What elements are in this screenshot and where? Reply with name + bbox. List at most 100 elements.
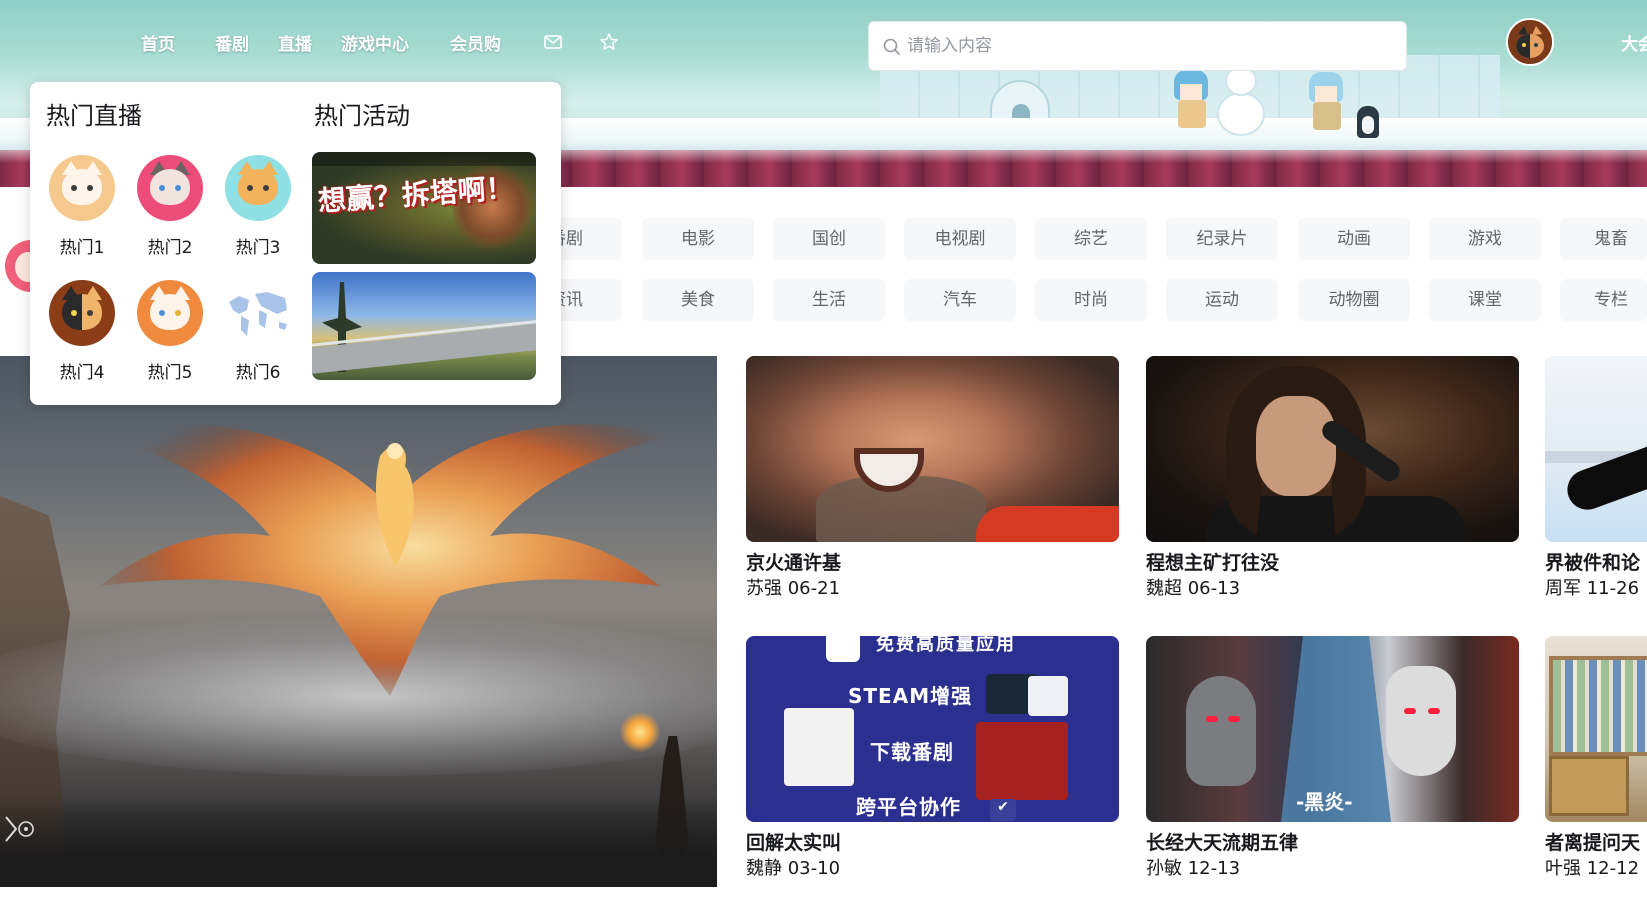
video-author[interactable]: 苏强 — [746, 578, 782, 599]
category-chip[interactable]: 游戏 — [1429, 218, 1541, 260]
thumbnail-tile — [1028, 676, 1068, 716]
hero-artwork[interactable] — [0, 356, 717, 887]
video-card[interactable]: 免费高质量应用 STEAM增强 下载番剧 跨平台协作 ✔ 回解太实叫 魏静 03… — [746, 636, 1119, 882]
activity-banner[interactable] — [312, 272, 536, 380]
search-box — [868, 21, 1407, 71]
category-chip[interactable]: 时尚 — [1035, 279, 1147, 321]
user-avatar[interactable] — [1506, 18, 1554, 66]
live-streamer[interactable]: 热门5 — [130, 280, 210, 383]
live-streamer[interactable]: 热门6 — [218, 280, 298, 383]
video-title[interactable]: 者离提问天 — [1545, 830, 1647, 856]
video-title[interactable]: 长经大天流期五律 — [1146, 830, 1519, 856]
video-date: 06-21 — [787, 578, 841, 599]
streamer-avatar[interactable] — [49, 280, 115, 346]
category-chip[interactable]: 电视剧 — [904, 218, 1016, 260]
nav-live[interactable]: 直播 — [278, 30, 312, 55]
live-streamer[interactable]: 热门2 — [130, 155, 210, 258]
video-date: 12-12 — [1586, 858, 1640, 879]
thumbnail-tile — [976, 722, 1068, 800]
thumbnail-tile — [784, 708, 854, 786]
banner-character-right — [1305, 72, 1347, 138]
nav-home[interactable]: 首页 — [141, 30, 175, 55]
live-popover: 热门直播 热门活动 热门1 热门2 热门3 热门4 热门5 热门6 想赢？拆塔啊… — [30, 82, 561, 405]
video-meta: 孙敏 12-13 — [1146, 856, 1519, 882]
video-title[interactable]: 京火通许基 — [746, 550, 1119, 576]
live-streamer[interactable]: 热门4 — [42, 280, 122, 383]
category-chip[interactable]: 动画 — [1298, 218, 1410, 260]
category-chip[interactable]: 专栏 — [1560, 279, 1647, 321]
streamer-avatar[interactable] — [49, 155, 115, 221]
page-root: 首页 番剧 直播 游戏中心 会员购 大会 — [0, 0, 1647, 903]
category-chip[interactable]: 运动 — [1166, 279, 1278, 321]
video-author[interactable]: 魏静 — [746, 858, 782, 879]
world-map-icon[interactable] — [225, 280, 291, 346]
category-chip[interactable]: 汽车 — [904, 279, 1016, 321]
streamer-name[interactable]: 热门4 — [42, 358, 122, 383]
video-meta: 周军 11-26 — [1545, 576, 1647, 602]
streamer-name[interactable]: 热门6 — [218, 358, 298, 383]
activity-banner[interactable]: 想赢？拆塔啊！ — [312, 152, 536, 264]
category-chip[interactable]: 电影 — [642, 218, 754, 260]
video-thumbnail[interactable] — [1545, 356, 1647, 542]
video-card[interactable]: 界被件和论 周军 11-26 — [1545, 356, 1647, 602]
mail-icon[interactable] — [543, 32, 563, 52]
video-thumbnail[interactable] — [746, 356, 1119, 542]
search-icon[interactable] — [882, 37, 902, 57]
video-author[interactable]: 孙敏 — [1146, 858, 1182, 879]
video-title[interactable]: 程想主矿打往没 — [1146, 550, 1519, 576]
streamer-avatar[interactable] — [137, 280, 203, 346]
video-meta: 魏静 03-10 — [746, 856, 1119, 882]
category-chip[interactable]: 纪录片 — [1166, 218, 1278, 260]
live-avatar-peek[interactable] — [5, 240, 33, 292]
hero-ember — [620, 712, 660, 752]
video-date: 12-13 — [1187, 858, 1241, 879]
video-card[interactable]: 程想主矿打往没 魏超 06-13 — [1146, 356, 1519, 602]
video-card[interactable]: 者离提问天 叶强 12-12 — [1545, 636, 1647, 882]
video-thumbnail[interactable]: 免费高质量应用 STEAM增强 下载番剧 跨平台协作 ✔ — [746, 636, 1119, 822]
star-icon[interactable] — [599, 32, 619, 52]
streamer-avatar[interactable] — [225, 155, 291, 221]
video-date: 11-26 — [1586, 578, 1640, 599]
video-author[interactable]: 叶强 — [1545, 858, 1581, 879]
banner-penguin — [1357, 106, 1379, 138]
video-author[interactable]: 魏超 — [1146, 578, 1182, 599]
thumbnail-caption: 免费高质量应用 — [876, 636, 1016, 655]
category-chip[interactable]: 鬼畜 — [1560, 218, 1647, 260]
video-thumbnail[interactable] — [1545, 636, 1647, 822]
nav-member-shop[interactable]: 会员购 — [450, 30, 501, 55]
nav-game-center[interactable]: 游戏中心 — [341, 30, 409, 55]
category-chip[interactable]: 国创 — [773, 218, 885, 260]
category-chip[interactable]: 课堂 — [1429, 279, 1541, 321]
video-meta: 苏强 06-21 — [746, 576, 1119, 602]
video-meta: 魏超 06-13 — [1146, 576, 1519, 602]
category-chip[interactable]: 生活 — [773, 279, 885, 321]
video-thumbnail[interactable]: -黑炎- — [1146, 636, 1519, 822]
video-meta: 叶强 12-12 — [1545, 856, 1647, 882]
live-streamer[interactable]: 热门1 — [42, 155, 122, 258]
nav-anime[interactable]: 番剧 — [215, 30, 249, 55]
streamer-name[interactable]: 热门3 — [218, 233, 298, 258]
thumbnail-caption: STEAM增强 — [848, 684, 973, 708]
streamer-avatar[interactable] — [137, 155, 203, 221]
thumbnail-caption: 下载番剧 — [870, 740, 954, 764]
video-thumbnail[interactable] — [1146, 356, 1519, 542]
video-author[interactable]: 周军 — [1545, 578, 1581, 599]
check-icon: ✔ — [990, 799, 1016, 821]
popover-heading-live: 热门直播 — [46, 102, 142, 130]
nav-vip-link[interactable]: 大会 — [1621, 30, 1647, 55]
category-chip[interactable]: 动物圈 — [1298, 279, 1410, 321]
streamer-name[interactable]: 热门5 — [130, 358, 210, 383]
activity-slogan: 想赢？拆塔啊！ — [316, 171, 515, 218]
artist-logo — [0, 811, 44, 871]
video-title[interactable]: 回解太实叫 — [746, 830, 1119, 856]
category-chip[interactable]: 综艺 — [1035, 218, 1147, 260]
video-card[interactable]: 京火通许基 苏强 06-21 — [746, 356, 1119, 602]
search-input[interactable] — [907, 22, 1387, 70]
video-card[interactable]: -黑炎- 长经大天流期五律 孙敏 12-13 — [1146, 636, 1519, 882]
video-title[interactable]: 界被件和论 — [1545, 550, 1647, 576]
streamer-name[interactable]: 热门2 — [130, 233, 210, 258]
video-date: 06-13 — [1187, 578, 1241, 599]
live-streamer[interactable]: 热门3 — [218, 155, 298, 258]
category-chip[interactable]: 美食 — [642, 279, 754, 321]
streamer-name[interactable]: 热门1 — [42, 233, 122, 258]
